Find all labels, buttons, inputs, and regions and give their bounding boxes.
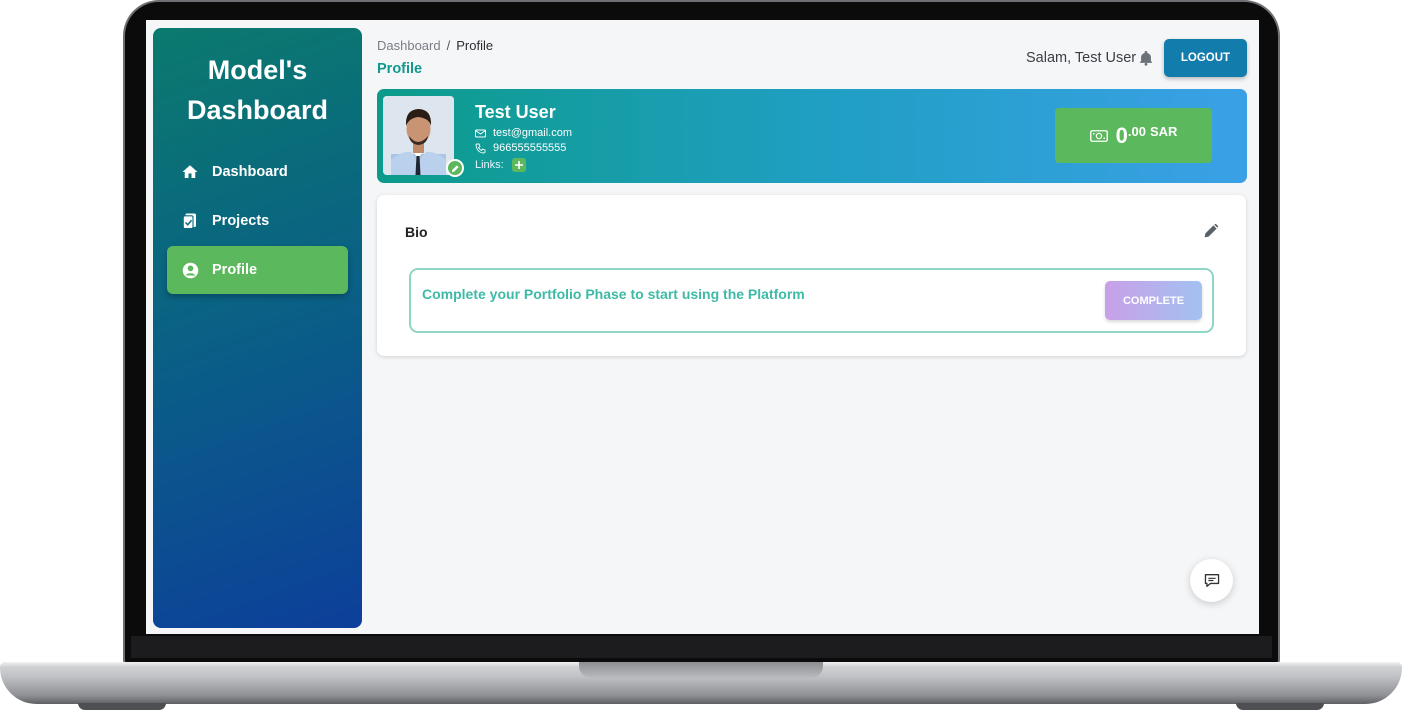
sidebar-item-label: Dashboard bbox=[212, 164, 288, 180]
user-circle-icon bbox=[181, 261, 199, 279]
profile-banner: Test User test@gmail.com 966555555555 Li… bbox=[377, 89, 1247, 183]
sidebar-item-profile[interactable]: Profile bbox=[167, 246, 348, 294]
sidebar-item-projects[interactable]: Projects bbox=[167, 197, 348, 245]
notice-text: Complete your Portfolio Phase to start u… bbox=[422, 286, 805, 302]
sidebar: Model's Dashboard Dashboard Projects Pro… bbox=[153, 28, 362, 628]
balance-integer: 0 bbox=[1115, 122, 1128, 148]
pencil-icon[interactable] bbox=[1203, 223, 1219, 239]
sidebar-item-label: Projects bbox=[212, 213, 270, 229]
laptop-foot-left bbox=[78, 703, 166, 710]
chat-button[interactable] bbox=[1190, 559, 1233, 602]
laptop-bezel bbox=[131, 636, 1272, 658]
brand-line-2: Dashboard bbox=[186, 95, 329, 125]
breadcrumb: Dashboard / Profile bbox=[377, 38, 493, 53]
brand-title: Model's Dashboard bbox=[153, 50, 362, 130]
balance-decimal: .00 bbox=[1127, 124, 1146, 139]
links-label: Links: bbox=[475, 159, 504, 171]
breadcrumb-root-link[interactable]: Dashboard bbox=[377, 38, 441, 53]
avatar bbox=[383, 96, 454, 175]
breadcrumb-separator: / bbox=[446, 38, 451, 53]
laptop-notch bbox=[579, 662, 823, 678]
money-icon bbox=[1089, 129, 1108, 143]
balance-badge: 0.00 SAR bbox=[1055, 108, 1212, 163]
bell-icon[interactable] bbox=[1139, 50, 1155, 67]
bio-card: Bio Complete your Portfolio Phase to sta… bbox=[377, 195, 1246, 356]
user-links-row: Links: bbox=[475, 158, 526, 172]
bio-title: Bio bbox=[405, 224, 428, 240]
user-phone: 966555555555 bbox=[493, 142, 567, 154]
envelope-icon bbox=[475, 128, 486, 139]
logout-button[interactable]: LOGOUT bbox=[1164, 39, 1247, 77]
sidebar-item-label: Profile bbox=[212, 262, 258, 278]
user-phone-row: 966555555555 bbox=[475, 142, 566, 154]
user-email-row: test@gmail.com bbox=[475, 127, 572, 139]
screen: Model's Dashboard Dashboard Projects Pro… bbox=[146, 20, 1259, 634]
laptop-foot-right bbox=[1236, 703, 1324, 710]
greeting-text: Salam, Test User bbox=[1026, 50, 1137, 66]
user-name: Test User bbox=[475, 102, 556, 122]
complete-button[interactable]: COMPLETE bbox=[1105, 281, 1202, 320]
portfolio-notice: Complete your Portfolio Phase to start u… bbox=[409, 268, 1214, 333]
page-title: Profile bbox=[377, 61, 423, 77]
chat-icon bbox=[1204, 573, 1220, 588]
avatar-edit-icon[interactable] bbox=[446, 159, 464, 177]
brand-line-1: Model's bbox=[207, 55, 308, 85]
clipboard-icon bbox=[181, 212, 199, 230]
balance-currency: SAR bbox=[1149, 124, 1178, 139]
user-email: test@gmail.com bbox=[493, 127, 573, 139]
sidebar-item-dashboard[interactable]: Dashboard bbox=[167, 148, 348, 196]
breadcrumb-current: Profile bbox=[456, 38, 494, 53]
home-icon bbox=[181, 163, 199, 181]
phone-icon bbox=[475, 143, 486, 154]
add-link-button[interactable] bbox=[511, 158, 526, 172]
